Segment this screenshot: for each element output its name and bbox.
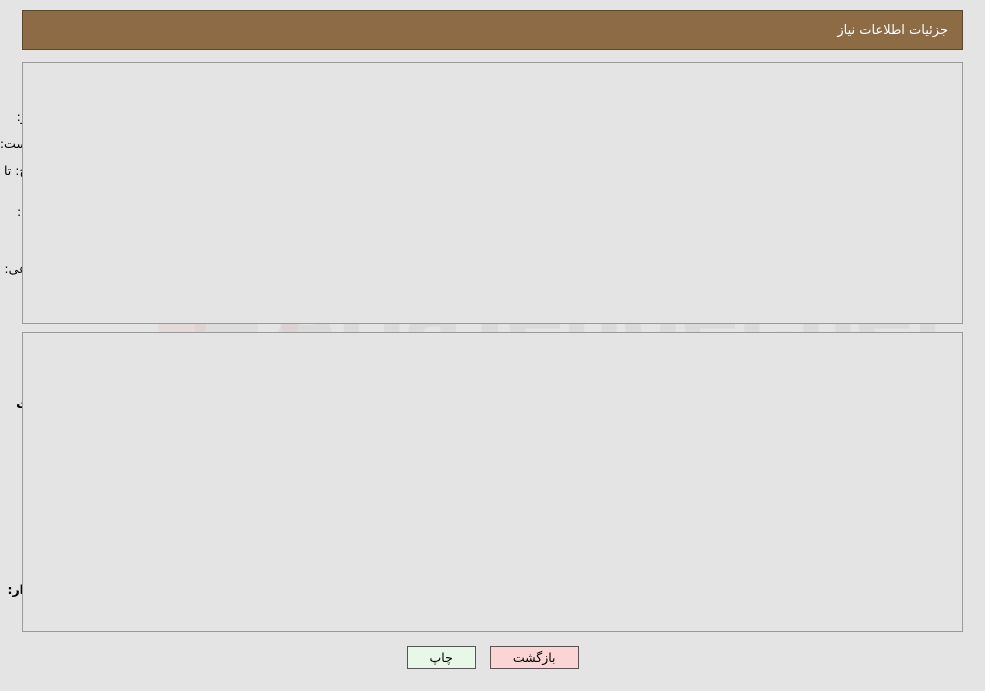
print-button[interactable]: چاپ (406, 646, 476, 669)
page-title: جزئیات اطلاعات نیاز (837, 22, 948, 38)
need-info-panel (22, 62, 963, 324)
page-header-bar: جزئیات اطلاعات نیاز (22, 10, 963, 50)
need-details-panel (22, 332, 963, 632)
button-bar: بازگشت چاپ (0, 646, 985, 669)
back-button[interactable]: بازگشت (489, 646, 579, 669)
